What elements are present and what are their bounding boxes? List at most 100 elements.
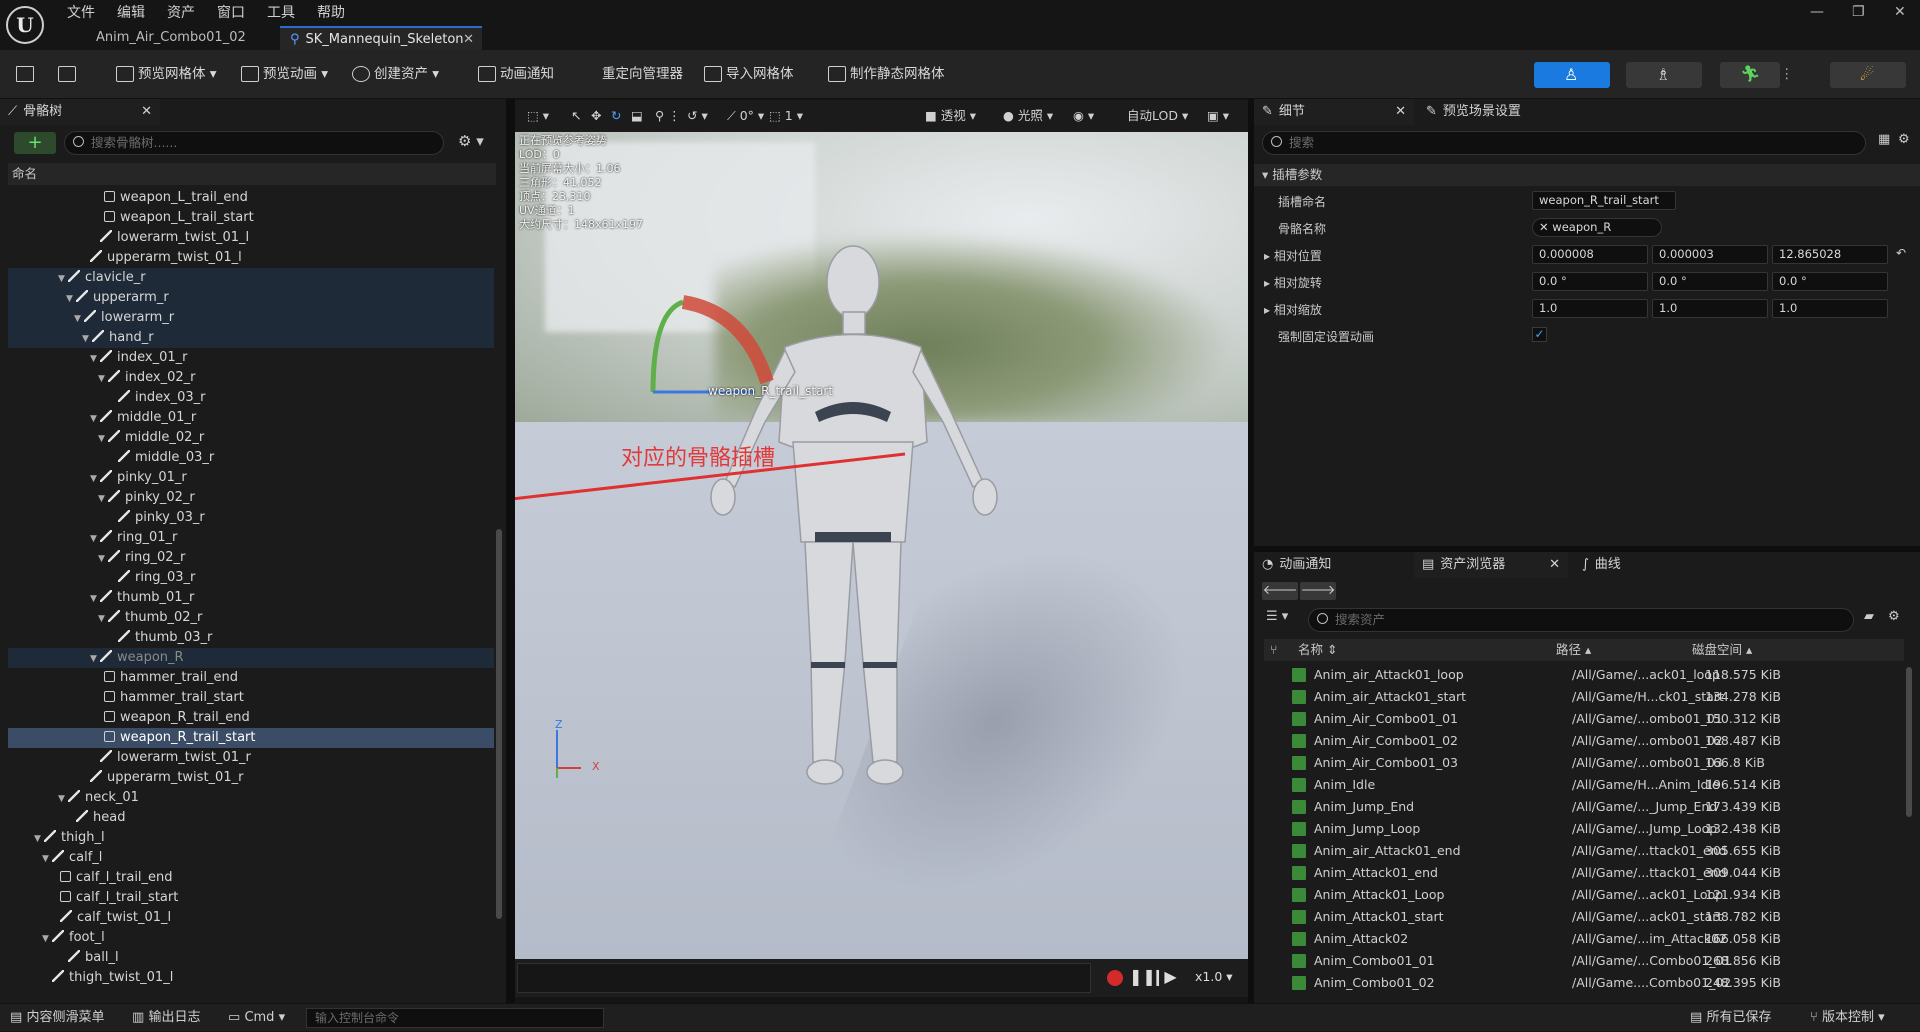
col-name[interactable]: 名称 ⇕ — [1298, 639, 1337, 661]
tree-row[interactable]: lowerarm_twist_01_l — [8, 228, 494, 248]
tree-row[interactable]: ▼ ring_01_r — [8, 528, 494, 548]
settings-gear-icon[interactable]: ⚙ ▾ — [458, 132, 484, 150]
maximize-icon[interactable]: ❐ — [1852, 4, 1865, 20]
tab-details[interactable]: ✎ 细节 ✕ — [1254, 99, 1414, 125]
tab-skeleton[interactable]: ⚲ SK_Mannequin_Skeleton ✕ — [280, 26, 482, 50]
tree-row[interactable]: ▼ middle_01_r — [8, 408, 494, 428]
console-input[interactable]: 输入控制台命令 — [306, 1008, 604, 1028]
expand-arrow-icon[interactable]: ▼ — [98, 549, 108, 569]
clear-icon[interactable]: ✕ — [1539, 220, 1549, 234]
rel-pos-y[interactable]: 0.000003 — [1652, 245, 1768, 264]
expand-arrow-icon[interactable]: ▼ — [74, 309, 84, 329]
socket-name-field[interactable]: weapon_R_trail_start — [1532, 191, 1676, 210]
scale-snap-value[interactable]: ⬚ 1 ▾ — [769, 100, 803, 132]
tree-row[interactable]: middle_03_r — [8, 448, 494, 468]
details-gear-icon[interactable]: ⚙ — [1898, 132, 1910, 147]
output-log-button[interactable]: ▥ 输出日志 — [132, 1004, 200, 1032]
asset-row[interactable]: Anim_Attack01_Loop/All/Game/...ack01_Loo… — [1254, 884, 1914, 906]
expand-arrow-icon[interactable]: ▼ — [90, 349, 100, 369]
asset-row[interactable]: Anim_air_Attack01_start/All/Game/H...ck0… — [1254, 686, 1914, 708]
tab-preview-scene[interactable]: ✎ 预览场景设置 — [1418, 99, 1568, 125]
tree-row[interactable]: ▼ weapon_R — [8, 648, 494, 668]
more-icon[interactable]: ⋮ — [1780, 50, 1794, 99]
back-arrow-icon[interactable]: 🡐 — [1262, 582, 1298, 600]
expand-arrow-icon[interactable]: ▼ — [98, 429, 108, 449]
rel-scale-label[interactable]: ▸ 相对缩放 — [1264, 301, 1322, 318]
tree-row[interactable]: weapon_L_trail_end — [8, 188, 494, 208]
rotate-snap-value[interactable]: ⟋ 0° ▾ — [727, 100, 764, 132]
menu-file[interactable]: 文件 — [67, 2, 95, 22]
asset-row[interactable]: Anim_Attack01_end/All/Game/...ttack01_en… — [1254, 862, 1914, 884]
physics-mode-button[interactable]: ☄ — [1830, 62, 1906, 88]
skeleton-mode-button[interactable]: ♙ — [1534, 62, 1610, 88]
tree-row[interactable]: upperarm_twist_01_l — [8, 248, 494, 268]
asset-search-input[interactable]: 搜索资产 — [1308, 608, 1854, 632]
asset-row[interactable]: Anim_Air_Combo01_01/All/Game/...ombo01_0… — [1254, 708, 1914, 730]
rotate-icon[interactable]: ↻ — [611, 100, 621, 132]
tree-row[interactable]: hammer_trail_end — [8, 668, 494, 688]
asset-row[interactable]: Anim_Air_Combo01_03/All/Game/...ombo01_0… — [1254, 752, 1914, 774]
tree-row[interactable]: thigh_twist_01_l — [8, 968, 494, 988]
asset-row[interactable]: Anim_air_Attack01_end/All/Game/...ttack0… — [1254, 840, 1914, 862]
expand-arrow-icon[interactable]: ▼ — [90, 409, 100, 429]
tree-row[interactable]: thumb_03_r — [8, 628, 494, 648]
rel-pos-z[interactable]: 12.865028 — [1772, 245, 1888, 264]
expand-arrow-icon[interactable]: ▼ — [58, 789, 68, 809]
rotate-snap-icon[interactable]: ↺ ▾ — [687, 100, 708, 132]
tree-row[interactable]: ▼ thumb_02_r — [8, 608, 494, 628]
tab-curve[interactable]: ∫ 曲线 — [1574, 552, 1674, 578]
col-size[interactable]: 磁盘空间 ▴ — [1692, 639, 1752, 661]
expand-arrow-icon[interactable]: ▼ — [42, 849, 52, 869]
tree-row[interactable]: index_03_r — [8, 388, 494, 408]
socket-params-section[interactable]: ▾ 插槽参数 — [1254, 164, 1920, 186]
mesh-mode-button[interactable]: ♗ — [1626, 62, 1702, 88]
expand-arrow-icon[interactable]: ▼ — [90, 649, 100, 669]
asset-row[interactable]: Anim_Air_Combo01_02/All/Game/...ombo01_0… — [1254, 730, 1914, 752]
tree-row[interactable]: ▼ calf_l — [8, 848, 494, 868]
menu-tools[interactable]: 工具 — [267, 2, 295, 22]
forward-arrow-icon[interactable]: 🡒 — [1300, 582, 1336, 600]
make-static-mesh-button[interactable]: 制作静态网格体 — [828, 50, 945, 99]
import-mesh-button[interactable]: 导入网格体 — [704, 50, 794, 99]
expand-arrow-icon[interactable]: ▼ — [34, 829, 44, 849]
tab-asset-browser[interactable]: ▤ 资产浏览器 ✕ — [1414, 552, 1568, 578]
preview-anim-button[interactable]: 预览动画 ▾ — [241, 50, 328, 99]
menu-asset[interactable]: 资产 — [167, 2, 195, 22]
window-close-icon[interactable]: ✕ — [1894, 4, 1906, 20]
show-button[interactable]: ◉ ▾ — [1073, 100, 1094, 132]
perspective-button[interactable]: ■ 透视 ▾ — [925, 100, 976, 132]
save-all-status[interactable]: ▤ 所有已保存 — [1690, 1004, 1771, 1032]
tree-row[interactable]: ▼ lowerarm_r — [8, 308, 494, 328]
minimize-icon[interactable]: — — [1810, 4, 1824, 20]
unreal-logo-icon[interactable]: U — [6, 6, 44, 44]
layout-icon[interactable]: ▣ ▾ — [1207, 100, 1229, 132]
tree-row[interactable]: ▼ upperarm_r — [8, 288, 494, 308]
tree-row[interactable]: ring_03_r — [8, 568, 494, 588]
filter-icon[interactable]: ☰ ▾ — [1266, 609, 1288, 624]
tree-row[interactable]: ▼ hand_r — [8, 328, 494, 348]
rel-rot-label[interactable]: ▸ 相对旋转 — [1264, 274, 1322, 291]
tree-row[interactable]: weapon_L_trail_start — [8, 208, 494, 228]
rel-rot-x[interactable]: 0.0 ° — [1532, 272, 1648, 291]
anim-notify-button[interactable]: 动画通知 — [478, 50, 554, 99]
rel-pos-x[interactable]: 0.000008 — [1532, 245, 1648, 264]
browser-gear-icon[interactable]: ⚙ — [1888, 609, 1900, 624]
asset-row[interactable]: Anim_air_Attack01_loop/All/Game/...ack01… — [1254, 664, 1914, 686]
expand-arrow-icon[interactable]: ▼ — [66, 289, 76, 309]
tree-row[interactable]: ▼ thigh_l — [8, 828, 494, 848]
expand-arrow-icon[interactable]: ▼ — [98, 369, 108, 389]
expand-arrow-icon[interactable]: ▼ — [90, 469, 100, 489]
source-control-button[interactable]: ⑂ 版本控制 ▾ — [1810, 1004, 1885, 1032]
lit-button[interactable]: ● 光照 ▾ — [1003, 100, 1053, 132]
rel-scale-x[interactable]: 1.0 — [1532, 299, 1648, 318]
tree-row[interactable]: ▼ index_02_r — [8, 368, 494, 388]
save-icon[interactable] — [16, 50, 38, 99]
preview-mesh-button[interactable]: 预览网格体 ▾ — [116, 50, 217, 99]
playback-speed[interactable]: x1.0 ▾ — [1195, 969, 1233, 984]
menu-edit[interactable]: 编辑 — [117, 2, 145, 22]
asset-scrollbar[interactable] — [1906, 667, 1912, 817]
scale-icon[interactable]: ⬓ — [631, 100, 643, 132]
expand-arrow-icon[interactable]: ▼ — [90, 589, 100, 609]
create-asset-button[interactable]: 创建资产 ▾ — [352, 50, 439, 99]
step-forward-icon[interactable]: ❙▶ — [1151, 967, 1177, 986]
